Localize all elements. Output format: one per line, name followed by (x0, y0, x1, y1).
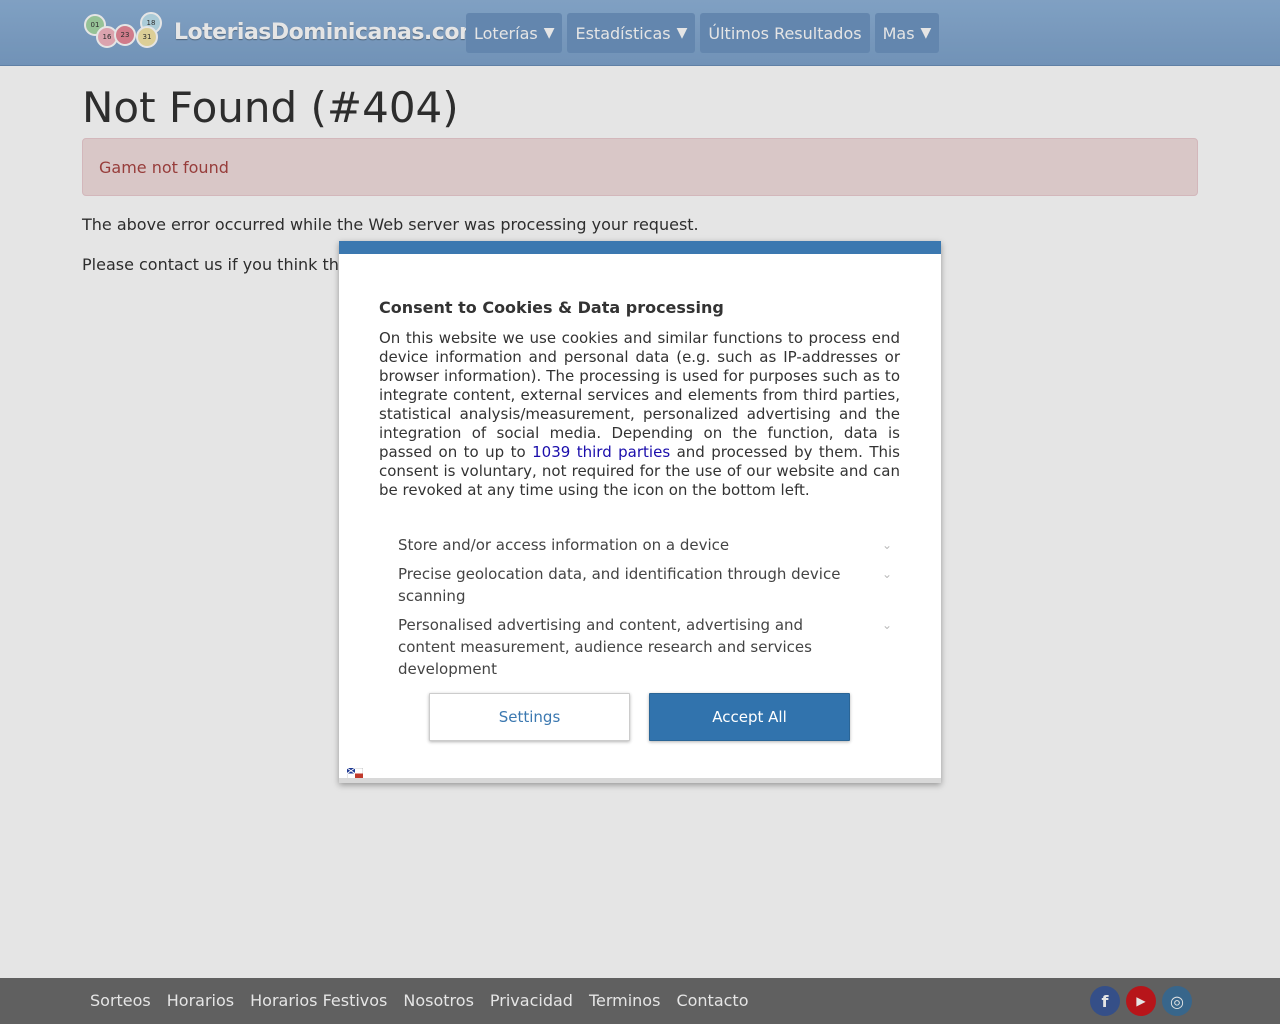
dialog-bottom-bar (339, 778, 941, 783)
purpose-label: Store and/or access information on a dev… (398, 536, 730, 554)
purpose-item-storage[interactable]: Store and/or access information on a dev… (398, 534, 892, 556)
purpose-label: Precise geolocation data, and identifica… (398, 565, 841, 605)
purpose-item-geolocation[interactable]: Precise geolocation data, and identifica… (398, 563, 892, 607)
consent-body: On this website we use cookies and simil… (379, 329, 900, 500)
chevron-down-icon: ⌄ (881, 567, 892, 581)
consent-text: On this website we use cookies and simil… (379, 329, 900, 461)
purpose-list: Store and/or access information on a dev… (398, 534, 892, 687)
chevron-down-icon: ⌄ (881, 618, 892, 632)
cookie-consent-dialog: Consent to Cookies & Data processing On … (339, 241, 941, 783)
chevron-down-icon: ⌄ (881, 538, 892, 552)
settings-button[interactable]: Settings (429, 693, 630, 741)
accept-all-button[interactable]: Accept All (649, 693, 850, 741)
consent-title: Consent to Cookies & Data processing (379, 298, 724, 317)
purpose-item-advertising[interactable]: Personalised advertising and content, ad… (398, 614, 892, 680)
third-parties-link[interactable]: 1039 third parties (532, 443, 670, 461)
purpose-label: Personalised advertising and content, ad… (398, 616, 812, 678)
